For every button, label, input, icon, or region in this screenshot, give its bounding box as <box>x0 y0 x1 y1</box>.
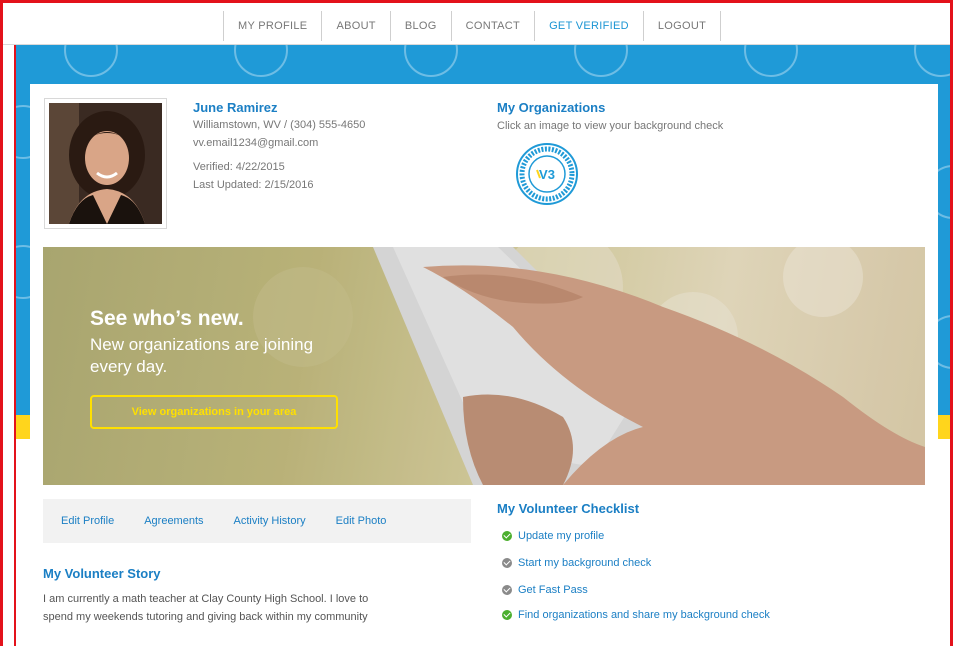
tab-edit-photo[interactable]: Edit Photo <box>336 515 387 527</box>
hero-subtitle-line2: every day. <box>90 357 168 376</box>
nav-logout[interactable]: LOGOUT <box>644 11 722 41</box>
hero-background-image <box>43 247 925 485</box>
checklist-item-label: Get Fast Pass <box>518 584 588 596</box>
verified-seal-icon[interactable]: V3 <box>515 142 579 206</box>
organizations-title: My Organizations <box>497 100 606 115</box>
checklist-title: My Volunteer Checklist <box>497 501 640 516</box>
profile-photo-image <box>49 103 162 224</box>
hero-subtitle-line1: New organizations are joining <box>90 335 314 354</box>
profile-email: vv.email1234@gmail.com <box>193 137 319 149</box>
check-done-icon <box>502 531 512 541</box>
tab-edit-profile[interactable]: Edit Profile <box>61 515 114 527</box>
checklist-item-update-profile[interactable]: Update my profile <box>502 530 604 542</box>
checklist-item-label: Start my background check <box>518 557 652 569</box>
organizations-subtitle: Click an image to view your background c… <box>497 120 724 132</box>
checklist-item-label: Find organizations and share my backgrou… <box>518 609 770 621</box>
nav-my-profile[interactable]: MY PROFILE <box>224 11 323 41</box>
volunteer-story-line1: I am currently a math teacher at Clay Co… <box>43 593 369 605</box>
profile-photo <box>44 98 167 229</box>
nav-about[interactable]: ABOUT <box>322 11 391 41</box>
checklist-item-background-check[interactable]: Start my background check <box>502 557 651 569</box>
profile-tabs: Edit Profile Agreements Activity History… <box>43 499 471 543</box>
hero-banner: See who’s new. New organizations are joi… <box>43 247 925 485</box>
nav-blog[interactable]: BLOG <box>391 11 452 41</box>
volunteer-story-title: My Volunteer Story <box>43 566 161 581</box>
profile-last-updated: Last Updated: 2/15/2016 <box>193 179 314 191</box>
nav-menu: MY PROFILE ABOUT BLOG CONTACT GET VERIFI… <box>223 11 722 41</box>
profile-name: June Ramirez <box>193 100 278 115</box>
checklist-item-find-organizations[interactable]: Find organizations and share my backgrou… <box>502 609 770 621</box>
top-navigation: MY PROFILE ABOUT BLOG CONTACT GET VERIFI… <box>3 3 953 45</box>
checklist-item-fast-pass[interactable]: Get Fast Pass <box>502 584 588 596</box>
tab-agreements[interactable]: Agreements <box>144 515 203 527</box>
nav-get-verified[interactable]: GET VERIFIED <box>535 11 644 41</box>
profile-verified-date: Verified: 4/22/2015 <box>193 161 285 173</box>
badge-text: V3 <box>539 167 555 182</box>
checklist-item-label: Update my profile <box>518 530 605 542</box>
view-organizations-button[interactable]: View organizations in your area <box>90 395 338 429</box>
hero-title: See who’s new. <box>90 307 244 330</box>
nav-contact[interactable]: CONTACT <box>452 11 536 41</box>
check-pending-icon <box>502 558 512 568</box>
profile-card: June Ramirez Williamstown, WV / (304) 55… <box>30 84 938 646</box>
tab-activity-history[interactable]: Activity History <box>234 515 306 527</box>
profile-location-phone: Williamstown, WV / (304) 555-4650 <box>193 119 366 131</box>
check-pending-icon <box>502 585 512 595</box>
check-done-icon <box>502 610 512 620</box>
volunteer-story-line2: spend my weekends tutoring and giving ba… <box>43 611 368 623</box>
